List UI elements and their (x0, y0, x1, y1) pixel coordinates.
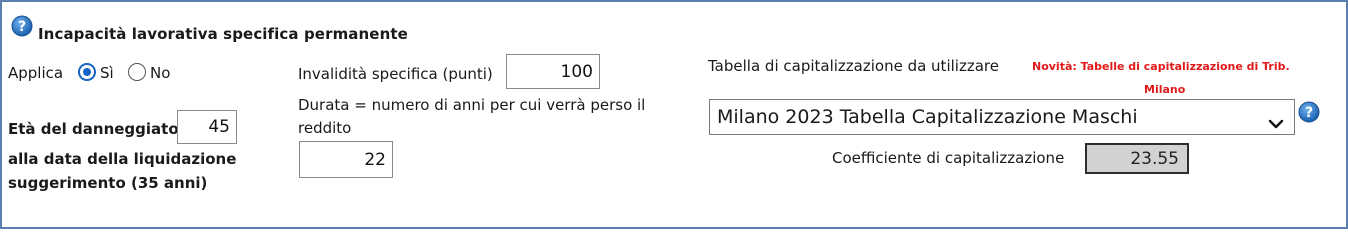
tabella-select-value: Milano 2023 Tabella Capitalizzazione Mas… (717, 106, 1138, 128)
invalidita-label: Invalidità specifica (punti) (298, 65, 493, 83)
invalidita-input[interactable] (506, 54, 600, 89)
coefficiente-value: 23.55 (1085, 143, 1189, 174)
radio-no[interactable] (128, 63, 146, 81)
durata-input[interactable] (299, 141, 393, 178)
eta-input[interactable] (177, 110, 237, 144)
novita-note-line1: Novità: Tabelle di capitalizzazione di T… (1032, 60, 1290, 73)
applica-label: Applica (8, 64, 64, 82)
tabella-select[interactable]: Milano 2023 Tabella Capitalizzazione Mas… (709, 99, 1295, 135)
tabella-label: Tabella di capitalizzazione da utilizzar… (708, 57, 999, 75)
radio-si-label[interactable]: Sì (100, 64, 114, 82)
eta-hint: suggerimento (35 anni) (8, 174, 208, 192)
help-icon[interactable]: ? (1298, 101, 1320, 123)
panel-frame: ? Incapacità lavorativa specifica perman… (0, 0, 1348, 229)
coefficiente-label: Coefficiente di capitalizzazione (832, 149, 1065, 167)
radio-no-label[interactable]: No (150, 64, 170, 82)
svg-text:?: ? (18, 19, 26, 35)
eta-label: Età del danneggiato (8, 120, 179, 138)
help-icon[interactable]: ? (11, 15, 33, 37)
radio-si[interactable] (78, 63, 96, 81)
section-title: Incapacità lavorativa specifica permanen… (38, 25, 408, 43)
novita-note-line2: Milano (1144, 83, 1186, 96)
svg-text:?: ? (1305, 105, 1313, 121)
chevron-down-icon (1268, 109, 1284, 143)
eta-label-date: alla data della liquidazione (8, 150, 237, 168)
durata-label-line2: reddito (298, 119, 352, 137)
durata-label-line1: Durata = numero di anni per cui verrà pe… (298, 96, 646, 114)
